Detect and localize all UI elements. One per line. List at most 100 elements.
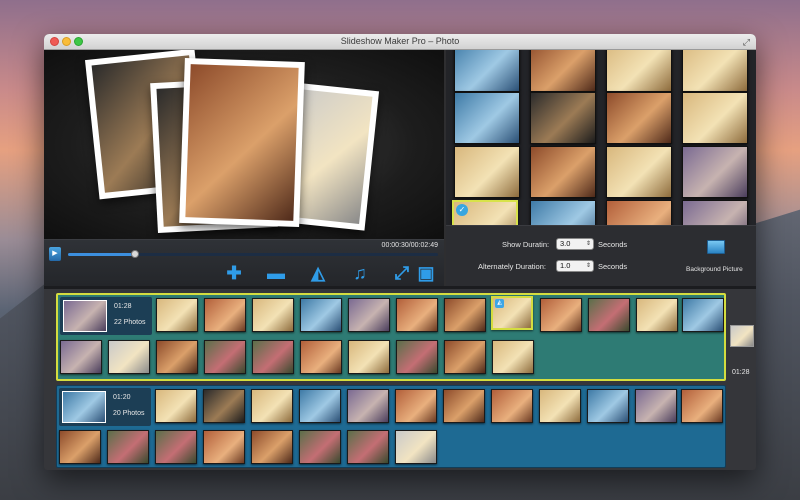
enter-fullscreen-icon[interactable]: ⤢ [743,37,750,48]
add-photo-button[interactable]: ✚ [224,263,244,283]
alternate-duration-unit: Seconds [598,262,628,271]
show-duration-select[interactable]: 3.0 ⇕ [556,238,594,250]
timeline-thumb[interactable] [635,389,677,423]
save-icon: ▣ [417,263,435,283]
grid-thumb-selected[interactable]: ✓ + [452,200,518,225]
timeline-thumb[interactable] [395,389,437,423]
timeline-thumb[interactable] [251,389,293,423]
timeline-thumb[interactable] [203,430,245,464]
grid-thumb[interactable] [454,50,520,92]
timeline-thumb[interactable] [300,298,342,332]
timeline-thumb[interactable] [396,298,438,332]
group-cover-thumb [63,300,107,332]
timeline-thumb[interactable] [444,340,486,374]
timeline-thumb[interactable] [155,430,197,464]
timeline-thumb[interactable] [539,389,581,423]
timeline-thumb-active[interactable]: ◭ [491,296,533,330]
timeline-thumb[interactable] [348,298,390,332]
grid-thumb[interactable] [454,146,520,198]
fullscreen-button[interactable]: ⤢ [392,263,412,283]
music-icon: ♫ [353,263,367,283]
play-icon: ▶ [52,250,58,257]
grid-thumb[interactable] [530,146,596,198]
slide-group-2[interactable]: 01:20 20 Photos [56,385,726,468]
save-button[interactable]: ▣ [416,263,436,283]
progress-fill [68,253,135,256]
grid-thumb[interactable] [454,92,520,144]
grid-thumb[interactable] [606,200,672,225]
background-picture-icon[interactable] [707,240,725,254]
remove-photo-icon: ▬ [267,263,285,283]
transition-badge-icon: ◭ [495,299,504,308]
timeline-thumb[interactable] [252,340,294,374]
alternate-duration-select[interactable]: 1.0 ⇕ [556,260,594,272]
timeline-thumb[interactable] [491,389,533,423]
timeline-thumb[interactable] [492,340,534,374]
title-bar: Slideshow Maker Pro – Photo ⤢ [44,34,756,50]
timeline-thumb[interactable] [396,340,438,374]
remove-photo-button[interactable]: ▬ [266,263,286,283]
transition-grid: ✓ + [446,50,756,225]
grid-thumb[interactable] [606,92,672,144]
timeline-thumb[interactable] [347,389,389,423]
grid-thumb[interactable] [682,200,748,225]
slideshow-preview[interactable] [44,50,444,239]
timeline-thumb[interactable] [636,298,678,332]
timeline-thumb[interactable] [108,340,150,374]
timeline-thumb[interactable] [587,389,629,423]
next-group-thumb[interactable] [730,325,754,347]
group-duration: 01:20 [113,394,131,401]
app-window: Slideshow Maker Pro – Photo ⤢ 00:00:30/0… [44,34,756,470]
window-title: Slideshow Maker Pro – Photo [340,36,460,46]
timeline-thumb[interactable] [156,298,198,332]
grid-thumb[interactable] [606,146,672,198]
alternate-duration-value: 1.0 [560,261,571,270]
timeline-thumb[interactable] [155,389,197,423]
grid-thumb[interactable] [682,146,748,198]
timeline-thumb[interactable] [252,298,294,332]
grid-thumb[interactable] [682,50,748,92]
music-button[interactable]: ♫ [350,263,370,283]
timeline-thumb[interactable] [300,340,342,374]
timeline-thumb[interactable] [59,430,101,464]
transition-button[interactable]: ◭ [308,263,328,283]
timeline-thumb[interactable] [588,298,630,332]
show-duration-label: Show Duratin: [502,240,550,249]
timeline-thumb[interactable] [540,298,582,332]
group-photo-count: 22 Photos [114,319,146,326]
add-photo-icon: ✚ [226,263,242,283]
timeline-thumb[interactable] [347,430,389,464]
transition-icon: ◭ [311,263,325,283]
timeline-thumb[interactable] [443,389,485,423]
grid-thumb[interactable] [606,50,672,92]
grid-thumb[interactable] [530,92,596,144]
timeline-thumb[interactable] [299,430,341,464]
player-controls: 00:00:30/00:02:49 ▶ ✚ ▬ ◭ ♫ ⤢ ▣ [44,239,444,286]
progress-knob[interactable] [130,250,139,258]
timeline-thumb[interactable] [395,430,437,464]
timeline-thumb[interactable] [204,340,246,374]
timeline-thumb[interactable] [299,389,341,423]
timeline-thumb[interactable] [204,298,246,332]
chevron-updown-icon: ⇕ [585,241,591,247]
grid-thumb[interactable] [530,200,596,225]
play-button[interactable]: ▶ [49,247,61,261]
slide-group-1[interactable]: 01:28 22 Photos ◭ [56,293,726,381]
timeline-thumb[interactable] [156,340,198,374]
group-header: 01:20 20 Photos [59,388,151,426]
timeline-thumb[interactable] [681,389,723,423]
grid-thumb[interactable] [530,50,596,92]
fullscreen-icon: ⤢ [394,263,410,283]
timeline: 01:28 22 Photos ◭ 01:28 01:20 20 Photos [44,289,756,470]
duration-settings: Show Duratin: 3.0 ⇕ Seconds Alternately … [446,225,756,286]
progress-slider[interactable] [68,250,438,258]
timeline-thumb[interactable] [251,430,293,464]
timeline-thumb[interactable] [60,340,102,374]
grid-thumb[interactable] [682,92,748,144]
timeline-thumb[interactable] [444,298,486,332]
background-picture-label[interactable]: Background Picture [686,266,743,273]
timeline-thumb[interactable] [107,430,149,464]
timeline-thumb[interactable] [682,298,724,332]
timeline-thumb[interactable] [203,389,245,423]
timeline-thumb[interactable] [348,340,390,374]
